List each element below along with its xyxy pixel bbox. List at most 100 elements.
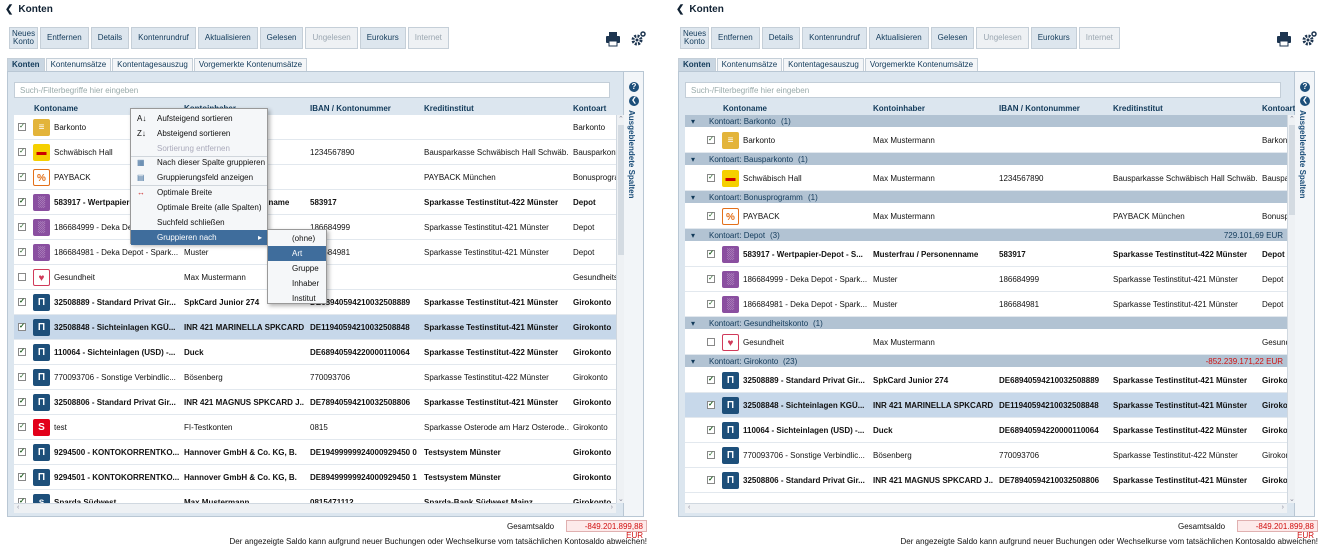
- settings-gear-icon[interactable]: [630, 31, 646, 47]
- table-row[interactable]: ✓ ▬ Schwäbisch Hall Max Mustermann 123456789…: [685, 166, 1287, 191]
- col-iban[interactable]: IBAN / Kontonummer: [999, 104, 1080, 113]
- expand-toggle-icon[interactable]: ▾: [691, 155, 695, 164]
- submenu-gruppe[interactable]: Gruppe: [268, 261, 326, 276]
- col-kreditinstitut[interactable]: Kreditinstitut: [1113, 104, 1163, 113]
- horizontal-scrollbar[interactable]: ‹ ›: [14, 503, 616, 513]
- row-checkbox[interactable]: ✓: [18, 448, 26, 456]
- help-icon[interactable]: ?: [1300, 82, 1310, 92]
- table-row[interactable]: ✓ Π 32508848 - Sichteinlagen KGÜ... INR 421…: [14, 315, 616, 340]
- scroll-up-icon[interactable]: ⌃: [1289, 115, 1295, 123]
- menu-optimal-width-all[interactable]: Optimale Breite (alle Spalten): [131, 200, 267, 215]
- details-button[interactable]: Details: [761, 27, 801, 49]
- tab-kontentagesauszug[interactable]: Kontentagesauszug: [783, 58, 864, 71]
- table-row[interactable]: ✓ ▬ Schwäbisch Hall 1234567890 Bausparkasse …: [14, 140, 616, 165]
- submenu-none[interactable]: (ohne): [268, 231, 326, 246]
- row-checkbox[interactable]: ✓: [18, 198, 26, 206]
- scroll-right-icon[interactable]: ›: [611, 504, 613, 511]
- table-row[interactable]: ✓ ≡ Barkonto Barkonto: [14, 115, 616, 140]
- table-row[interactable]: ✓ Π 9294500 - KONTOKORRENTKO... Hannover Gm…: [14, 440, 616, 465]
- expand-toggle-icon[interactable]: ▾: [691, 231, 695, 240]
- row-checkbox[interactable]: ✓: [18, 373, 26, 381]
- row-checkbox[interactable]: ✓: [707, 401, 715, 409]
- refresh-button[interactable]: Aktualisieren: [197, 27, 258, 49]
- row-checkbox[interactable]: ✓: [707, 376, 715, 384]
- collapse-icon[interactable]: ❮: [629, 96, 639, 106]
- back-link[interactable]: ❮ Konten: [676, 4, 724, 15]
- group-header-row[interactable]: ▾ Kontoart: Gesundheitskonto (1): [685, 317, 1287, 330]
- print-icon[interactable]: [605, 31, 621, 47]
- account-call-button[interactable]: Kontenrundruf: [131, 27, 196, 49]
- exchange-rate-button[interactable]: Eurokurs: [359, 27, 406, 49]
- row-checkbox[interactable]: ✓: [18, 398, 26, 406]
- table-row[interactable]: ✓░583917 - Wertpapier-Depot - S...Muster…: [14, 190, 616, 215]
- row-checkbox[interactable]: [707, 338, 715, 346]
- print-icon[interactable]: [1276, 31, 1292, 47]
- row-checkbox[interactable]: ✓: [18, 123, 26, 131]
- expand-toggle-icon[interactable]: ▾: [691, 319, 695, 328]
- row-checkbox[interactable]: ✓: [707, 275, 715, 283]
- col-kreditinstitut[interactable]: Kreditinstitut: [424, 104, 474, 113]
- tab-kontenumsaetze[interactable]: Kontenumsätze: [45, 58, 112, 71]
- table-row[interactable]: ✓ Π 9294501 - KONTOKORRENTKO... Hannover Gm…: [14, 465, 616, 490]
- search-input[interactable]: Such-/Filterbegriffe hier eingeben: [685, 82, 1281, 98]
- row-checkbox[interactable]: ✓: [18, 348, 26, 356]
- search-input[interactable]: Such-/Filterbegriffe hier eingeben: [14, 82, 610, 98]
- internet-button[interactable]: Internet: [1078, 27, 1120, 49]
- hidden-columns-sidebar[interactable]: ? ❮ Ausgeblendete Spalten: [1295, 71, 1315, 517]
- row-checkbox[interactable]: ✓: [18, 423, 26, 431]
- row-checkbox[interactable]: ✓: [707, 476, 715, 484]
- menu-group-by-column[interactable]: ▦ Nach dieser Spalte gruppieren: [131, 155, 267, 170]
- row-checkbox[interactable]: ✓: [18, 323, 26, 331]
- table-row[interactable]: ✓ Π 32508806 - Standard Privat Gir... INR 4…: [685, 468, 1287, 493]
- settings-gear-icon[interactable]: [1301, 31, 1317, 47]
- help-icon[interactable]: ?: [629, 82, 639, 92]
- row-checkbox[interactable]: [18, 273, 26, 281]
- new-account-button[interactable]: Neues Konto: [680, 27, 709, 49]
- hidden-columns-sidebar[interactable]: ? ❮ Ausgeblendete Spalten: [624, 71, 644, 517]
- remove-button[interactable]: Entfernen: [40, 27, 89, 49]
- menu-close-search[interactable]: Suchfeld schließen: [131, 215, 267, 230]
- scroll-left-icon[interactable]: ‹: [688, 504, 690, 511]
- mark-unread-button[interactable]: Ungelesen: [305, 27, 358, 49]
- group-header-row[interactable]: ▾ Kontoart: Bonusprogramm (1): [685, 191, 1287, 204]
- tab-vorgemerkte[interactable]: Vorgemerkte Kontenumsätze: [864, 58, 979, 71]
- table-row[interactable]: ✓ Π 32508889 - Standard Privat Gir... SpkCa…: [685, 368, 1287, 393]
- table-row[interactable]: ✓ ░ 186684981 - Deka Depot - Spark... Muste…: [685, 292, 1287, 317]
- scroll-down-icon[interactable]: ⌄: [1289, 495, 1295, 503]
- table-row[interactable]: ✓ ░ 186684999 - Deka Depot - Spark... Muste…: [685, 267, 1287, 292]
- scroll-right-icon[interactable]: ›: [1282, 504, 1284, 511]
- mark-unread-button[interactable]: Ungelesen: [976, 27, 1029, 49]
- tab-kontenumsaetze[interactable]: Kontenumsätze: [716, 58, 783, 71]
- menu-optimal-width[interactable]: ↔ Optimale Breite: [131, 185, 267, 200]
- table-row[interactable]: ✓ Π 770093706 - Sonstige Verbindlic... Böse…: [685, 443, 1287, 468]
- menu-show-group-field[interactable]: ▤ Gruppierungsfeld anzeigen: [131, 170, 267, 185]
- col-kontoname[interactable]: Kontoname: [723, 104, 767, 113]
- expand-toggle-icon[interactable]: ▾: [691, 357, 695, 366]
- account-call-button[interactable]: Kontenrundruf: [802, 27, 867, 49]
- table-row[interactable]: ✓% PAYBACK Max Mustermann PAYBACK München Bo…: [685, 204, 1287, 229]
- tab-vorgemerkte[interactable]: Vorgemerkte Kontenumsätze: [193, 58, 308, 71]
- remove-button[interactable]: Entfernen: [711, 27, 760, 49]
- submenu-institut[interactable]: Institut: [268, 291, 326, 306]
- table-row[interactable]: ✓ Π 110064 - Sichteinlagen (USD) -... Duck D…: [14, 340, 616, 365]
- group-header-row[interactable]: ▾ Kontoart: Girokonto (23) -852.239.171,22 …: [685, 355, 1287, 368]
- hidden-columns-label[interactable]: Ausgeblendete Spalten: [627, 110, 636, 198]
- col-kontoart[interactable]: Kontoart: [573, 104, 606, 113]
- tab-konten[interactable]: Konten: [678, 58, 716, 71]
- internet-button[interactable]: Internet: [407, 27, 449, 49]
- submenu-art[interactable]: Art: [268, 246, 326, 261]
- table-row[interactable]: ✓ ≡ Barkonto Max Mustermann Barkonto: [685, 128, 1287, 153]
- row-checkbox[interactable]: ✓: [707, 174, 715, 182]
- col-kontoname[interactable]: Kontoname: [34, 104, 78, 113]
- scroll-left-icon[interactable]: ‹: [17, 504, 19, 511]
- collapse-icon[interactable]: ❮: [1300, 96, 1310, 106]
- row-checkbox[interactable]: ✓: [18, 298, 26, 306]
- submenu-inhaber[interactable]: Inhaber: [268, 276, 326, 291]
- group-header-row[interactable]: ▾ Kontoart: Bausparkonto (1): [685, 153, 1287, 166]
- scroll-up-icon[interactable]: ⌃: [618, 115, 624, 123]
- row-checkbox[interactable]: ✓: [707, 300, 715, 308]
- menu-sort-desc[interactable]: Z↓ Absteigend sortieren: [131, 126, 267, 141]
- mark-read-button[interactable]: Gelesen: [259, 27, 304, 49]
- table-row[interactable]: ✓%PAYBACKPAYBACK MünchenBonusprogramm: [14, 165, 616, 190]
- expand-toggle-icon[interactable]: ▾: [691, 117, 695, 126]
